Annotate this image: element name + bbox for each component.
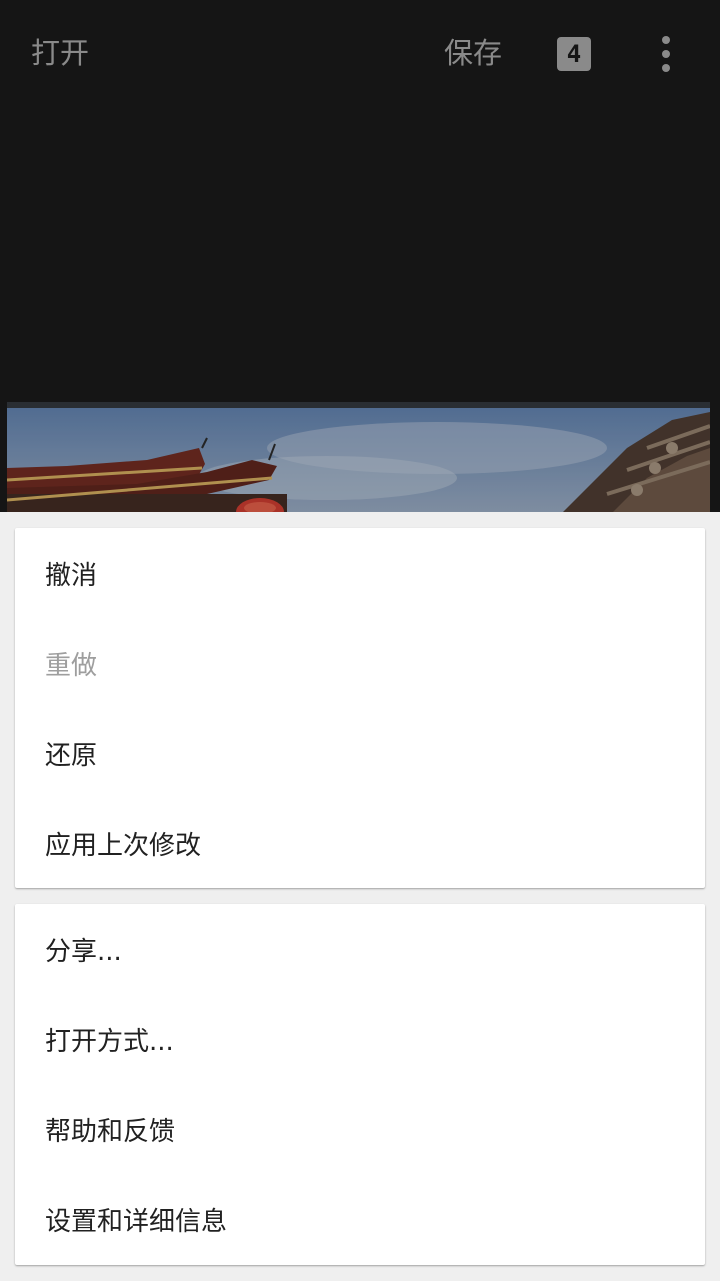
top-toolbar: 打开 保存 4 xyxy=(0,0,720,108)
menu-item-help-feedback[interactable]: 帮助和反馈 xyxy=(15,1084,705,1174)
menu-item-undo[interactable]: 撤消 xyxy=(15,528,705,618)
menu-item-apply-last-edit[interactable]: 应用上次修改 xyxy=(15,798,705,888)
open-button[interactable]: 打开 xyxy=(31,30,89,76)
menu-item-share[interactable]: 分享... xyxy=(15,904,705,994)
menu-card-more: 分享... 打开方式... 帮助和反馈 设置和详细信息 xyxy=(15,904,705,1265)
more-dot xyxy=(662,64,670,72)
menu-item-settings-details[interactable]: 设置和详细信息 xyxy=(15,1174,705,1264)
more-dot xyxy=(662,36,670,44)
menu-item-redo[interactable]: 重做 xyxy=(15,618,705,708)
edit-count-badge[interactable]: 4 xyxy=(557,37,591,71)
app-screen: 打开 保存 4 撤消 重做 还原 应用上次修改 分享... 打开方式... 帮助… xyxy=(0,0,720,1281)
photo-image xyxy=(7,408,710,518)
more-vert-icon[interactable] xyxy=(650,34,682,74)
more-dot xyxy=(662,50,670,58)
menu-item-open-with[interactable]: 打开方式... xyxy=(15,994,705,1084)
photo-preview xyxy=(7,402,710,518)
menu-card-edit: 撤消 重做 还原 应用上次修改 xyxy=(15,528,705,888)
save-button[interactable]: 保存 xyxy=(444,30,502,76)
menu-item-revert[interactable]: 还原 xyxy=(15,708,705,798)
